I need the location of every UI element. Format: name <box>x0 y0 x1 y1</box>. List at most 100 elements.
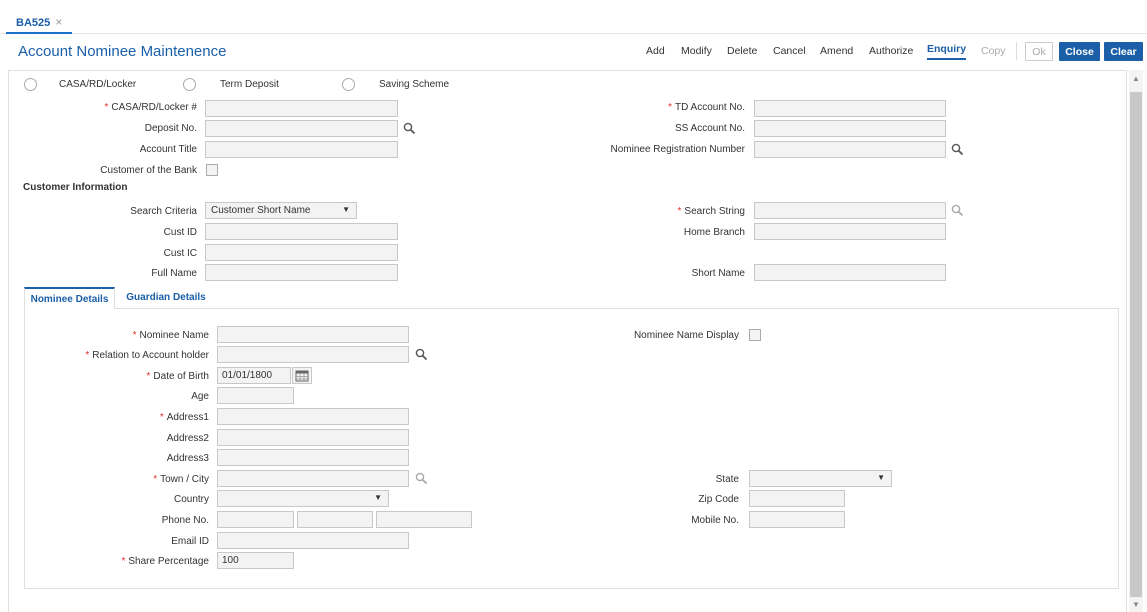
state-select[interactable]: ▼ <box>749 470 892 487</box>
short-name-label: Short Name <box>691 268 745 279</box>
deposit-search-icon[interactable] <box>403 122 416 135</box>
toolbar-divider <box>1016 42 1017 60</box>
required-marker: * <box>159 412 164 423</box>
required-marker: * <box>153 474 158 485</box>
nominee-name-display-label: Nominee Name Display <box>633 330 739 341</box>
tab-guardian-details[interactable]: Guardian Details <box>121 287 211 309</box>
account-title-input[interactable] <box>205 141 398 158</box>
cust-ic-input[interactable] <box>205 244 398 261</box>
modify-button[interactable]: Modify <box>681 45 712 57</box>
radio-saving-scheme[interactable] <box>342 78 355 91</box>
search-string-search-icon[interactable] <box>951 204 964 217</box>
home-branch-label: Home Branch <box>683 227 745 238</box>
search-string-input[interactable] <box>754 202 946 219</box>
nominee-name-display-checkbox[interactable] <box>749 329 761 341</box>
casa-account-input[interactable] <box>205 100 398 117</box>
state-label: State <box>715 474 739 485</box>
country-label: Country <box>173 494 209 505</box>
customer-info-heading: Customer Information <box>23 182 128 193</box>
town-city-label: * Town / City <box>153 474 209 485</box>
calendar-button[interactable] <box>292 367 312 384</box>
close-tab-icon[interactable]: × <box>55 15 62 29</box>
add-button[interactable]: Add <box>646 45 665 57</box>
required-marker: * <box>677 206 682 217</box>
copy-button[interactable]: Copy <box>981 45 1006 57</box>
ok-button[interactable]: Ok <box>1025 42 1053 61</box>
mobile-input[interactable] <box>749 511 845 528</box>
casa-account-label: * CASA/RD/Locker # <box>104 102 198 113</box>
dob-input[interactable] <box>217 367 291 384</box>
enquiry-button[interactable]: Enquiry <box>927 43 967 60</box>
radio-term-deposit[interactable] <box>183 78 196 91</box>
full-name-label: Full Name <box>151 268 197 279</box>
share-percentage-label: * Share Percentage <box>121 556 209 567</box>
document-tab-ba525[interactable]: BA525 × <box>6 8 73 34</box>
scrollbar-thumb[interactable] <box>1130 92 1142 597</box>
nominee-reg-input[interactable] <box>754 141 946 158</box>
search-criteria-select[interactable]: Customer Short Name ▼ <box>205 202 357 219</box>
address3-input[interactable] <box>217 449 409 466</box>
radio-casa[interactable] <box>24 78 37 91</box>
search-string-label: * Search String <box>677 206 746 217</box>
country-select[interactable]: ▼ <box>217 490 389 507</box>
required-marker: * <box>132 330 137 341</box>
phone-label: Phone No. <box>161 515 209 526</box>
nominee-reg-search-icon[interactable] <box>951 143 964 156</box>
home-branch-input[interactable] <box>754 223 946 240</box>
deposit-no-label: Deposit No. <box>144 123 197 134</box>
zip-code-label: Zip Code <box>698 494 739 505</box>
chevron-down-icon: ▼ <box>877 473 885 482</box>
phone-number-input[interactable] <box>376 511 472 528</box>
document-tabstrip: BA525 × <box>0 0 1147 34</box>
town-city-search-icon[interactable] <box>415 472 428 485</box>
search-criteria-label: Search Criteria <box>130 206 197 217</box>
ss-account-input[interactable] <box>754 120 946 137</box>
phone-country-code-input[interactable] <box>217 511 294 528</box>
document-tab-label: BA525 <box>16 17 51 29</box>
delete-button[interactable]: Delete <box>727 45 757 57</box>
cust-id-input[interactable] <box>205 223 398 240</box>
full-name-input[interactable] <box>205 264 398 281</box>
zip-code-input[interactable] <box>749 490 845 507</box>
radio-casa-label: CASA/RD/Locker <box>59 79 137 90</box>
tab-nominee-details[interactable]: Nominee Details <box>24 287 115 309</box>
scroll-down-icon[interactable]: ▼ <box>1132 600 1140 609</box>
ss-account-label: SS Account No. <box>674 123 745 134</box>
short-name-input[interactable] <box>754 264 946 281</box>
email-input[interactable] <box>217 532 409 549</box>
required-marker: * <box>104 102 109 113</box>
age-input[interactable] <box>217 387 294 404</box>
required-marker: * <box>85 350 90 361</box>
town-city-input[interactable] <box>217 470 409 487</box>
calendar-icon <box>295 370 309 382</box>
close-button[interactable]: Close <box>1059 42 1100 61</box>
authorize-button[interactable]: Authorize <box>869 45 913 57</box>
chevron-down-icon: ▼ <box>374 493 382 502</box>
nominee-name-label: * Nominee Name <box>132 330 209 341</box>
address1-input[interactable] <box>217 408 409 425</box>
clear-button[interactable]: Clear <box>1104 42 1143 61</box>
radio-term-deposit-label: Term Deposit <box>220 79 279 90</box>
relation-search-icon[interactable] <box>415 348 428 361</box>
share-percentage-input[interactable] <box>217 552 294 569</box>
amend-button[interactable]: Amend <box>820 45 853 57</box>
address2-input[interactable] <box>217 429 409 446</box>
customer-of-bank-checkbox[interactable] <box>206 164 218 176</box>
required-marker: * <box>121 556 126 567</box>
age-label: Age <box>191 391 209 402</box>
nominee-name-input[interactable] <box>217 326 409 343</box>
deposit-no-input[interactable] <box>205 120 398 137</box>
phone-area-code-input[interactable] <box>297 511 373 528</box>
td-account-input[interactable] <box>754 100 946 117</box>
email-label: Email ID <box>171 536 209 547</box>
search-criteria-value: Customer Short Name <box>211 205 311 216</box>
scroll-up-icon[interactable]: ▲ <box>1132 74 1140 83</box>
chevron-down-icon: ▼ <box>342 205 350 214</box>
nominee-reg-label: Nominee Registration Number <box>610 144 745 155</box>
cust-ic-label: Cust IC <box>163 248 197 259</box>
relation-label: * Relation to Account holder <box>85 350 209 361</box>
cancel-button[interactable]: Cancel <box>773 45 806 57</box>
relation-input[interactable] <box>217 346 409 363</box>
address2-label: Address2 <box>166 433 209 444</box>
address1-label: * Address1 <box>159 412 209 423</box>
